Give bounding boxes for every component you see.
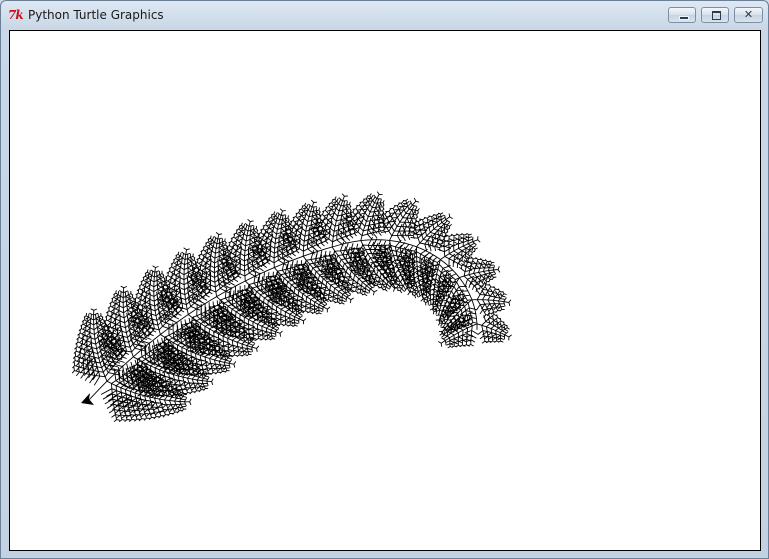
tk-logo-icon: 7k: [8, 8, 24, 22]
turtle-window: 7k Python Turtle Graphics ✕: [0, 0, 769, 559]
turtle-canvas[interactable]: [9, 30, 761, 551]
fern-strokes: [71, 191, 512, 423]
close-icon: ✕: [743, 8, 754, 21]
turtle-arrow-icon: [81, 393, 94, 405]
title-bar[interactable]: 7k Python Turtle Graphics ✕: [1, 1, 768, 30]
minimize-button[interactable]: [668, 7, 696, 23]
maximize-icon: [702, 8, 728, 22]
fern-drawing: [71, 191, 512, 423]
window-title: Python Turtle Graphics: [28, 8, 164, 22]
minimize-icon: [669, 8, 695, 22]
close-button[interactable]: ✕: [734, 7, 763, 23]
maximize-button[interactable]: [701, 7, 729, 23]
